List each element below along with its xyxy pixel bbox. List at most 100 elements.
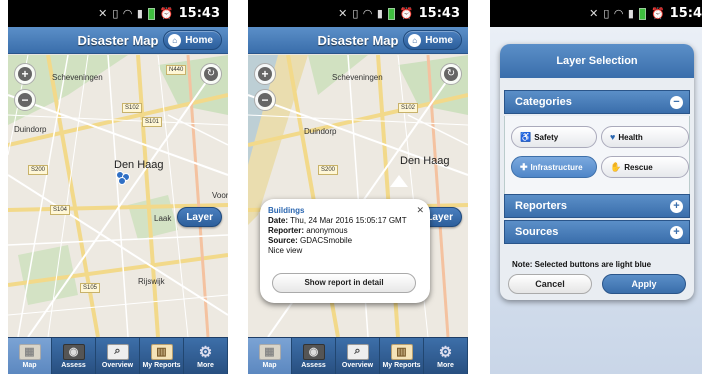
place-label: Voor bbox=[212, 191, 228, 200]
tab-bar: ▦ Map ◉ Assess ⌕ Overview ▥ My Reports ⚙ More bbox=[8, 337, 228, 374]
mute-icon: ✕ bbox=[589, 7, 599, 20]
mute-icon: ✕ bbox=[338, 7, 348, 20]
tab-my-reports[interactable]: ▥ My Reports bbox=[140, 338, 184, 374]
tab-more[interactable]: ⚙ More bbox=[184, 338, 228, 374]
layer-selection-dialog: Layer Selection Categories − ♿ Safety ♥ He… bbox=[500, 44, 694, 300]
report-marker[interactable] bbox=[116, 171, 132, 185]
tab-assess[interactable]: ◉ Assess bbox=[52, 338, 96, 374]
map-view[interactable]: Scheveningen Duindorp Den Haag Laak Rijs… bbox=[8, 55, 228, 337]
mute-icon: ✕ bbox=[98, 7, 108, 20]
map-streets bbox=[8, 55, 228, 337]
magnifier-icon: ⌕ bbox=[106, 343, 129, 360]
popup-source: Source: GDACSmobile bbox=[268, 236, 353, 245]
layer-selection-screen: ✕ ▯ ◠ ▮ ⏰ 15:4 Layer Selection Categorie… bbox=[490, 0, 702, 374]
plus-icon: + bbox=[258, 67, 272, 81]
alarm-icon: ⏰ bbox=[159, 7, 174, 20]
road-tag: S102 bbox=[398, 103, 419, 113]
app-header: Disaster Map ⌂ Home bbox=[248, 27, 468, 54]
battery-icon bbox=[147, 7, 155, 20]
minus-icon: − bbox=[258, 93, 272, 107]
reporters-section-header[interactable]: Reporters + bbox=[504, 194, 690, 218]
map-screen: ✕ ▯ ◠ ▮ ⏰ 15:43 Disaster Map ⌂ Home Sche… bbox=[8, 0, 228, 374]
page-title: Disaster Map bbox=[77, 32, 159, 48]
refresh-button[interactable]: ↻ bbox=[200, 63, 222, 85]
status-bar: ✕ ▯ ◠ ▮ ⏰ 15:4 bbox=[490, 0, 702, 27]
place-label: Duindorp bbox=[14, 125, 47, 134]
place-label: Rijswijk bbox=[138, 277, 165, 286]
camera-icon: ◉ bbox=[302, 343, 325, 360]
zoom-out-button[interactable]: − bbox=[14, 89, 36, 111]
signal-icon: ▮ bbox=[376, 7, 383, 20]
home-button-label: Home bbox=[185, 34, 213, 46]
rescue-icon: ✋ bbox=[610, 161, 622, 172]
place-label: Den Haag bbox=[114, 159, 164, 171]
home-button[interactable]: ⌂ Home bbox=[403, 30, 462, 50]
app-header: Disaster Map ⌂ Home bbox=[8, 27, 228, 54]
road-tag: S101 bbox=[142, 117, 163, 127]
clock: 15:43 bbox=[178, 6, 220, 21]
home-button[interactable]: ⌂ Home bbox=[163, 30, 222, 50]
home-button-label: Home bbox=[425, 34, 453, 46]
show-detail-button[interactable]: Show report in detail bbox=[272, 273, 416, 293]
categories-section-header[interactable]: Categories − bbox=[504, 90, 690, 114]
popup-title: Buildings bbox=[268, 206, 305, 215]
category-safety-button[interactable]: ♿ Safety bbox=[511, 126, 597, 148]
expand-icon: + bbox=[670, 200, 683, 213]
map-icon: ▦ bbox=[258, 343, 281, 360]
wifi-icon: ◠ bbox=[363, 7, 372, 20]
clock: 15:43 bbox=[418, 6, 460, 21]
reports-icon: ▥ bbox=[390, 343, 413, 360]
selection-note: Note: Selected buttons are light blue bbox=[512, 260, 652, 269]
close-icon[interactable]: ✕ bbox=[416, 205, 424, 215]
cancel-button[interactable]: Cancel bbox=[508, 274, 592, 294]
tab-overview[interactable]: ⌕ Overview bbox=[96, 338, 140, 374]
zoom-in-button[interactable]: + bbox=[254, 63, 276, 85]
refresh-icon: ↻ bbox=[444, 67, 458, 81]
expand-icon: + bbox=[670, 226, 683, 239]
status-bar: ✕ ▯ ◠ ▮ ⏰ 15:43 bbox=[248, 0, 468, 27]
sources-section-header[interactable]: Sources + bbox=[504, 220, 690, 244]
safety-icon: ♿ bbox=[520, 131, 532, 142]
zoom-out-button[interactable]: − bbox=[254, 89, 276, 111]
tab-my-reports[interactable]: ▥ My Reports bbox=[380, 338, 424, 374]
tab-more[interactable]: ⚙ More bbox=[424, 338, 468, 374]
vibrate-icon: ▯ bbox=[603, 7, 610, 20]
plus-icon: + bbox=[18, 67, 32, 81]
zoom-in-button[interactable]: + bbox=[14, 63, 36, 85]
category-rescue-button[interactable]: ✋ Rescue bbox=[601, 156, 689, 178]
minus-icon: − bbox=[18, 93, 32, 107]
popup-comment: Nice view bbox=[268, 246, 303, 255]
road-tag: S200 bbox=[28, 165, 49, 175]
refresh-button[interactable]: ↻ bbox=[440, 63, 462, 85]
tab-map[interactable]: ▦ Map bbox=[248, 338, 292, 374]
tab-map[interactable]: ▦ Map bbox=[8, 338, 52, 374]
road-tag: S105 bbox=[80, 283, 101, 293]
battery-icon bbox=[638, 7, 646, 20]
vibrate-icon: ▯ bbox=[352, 7, 359, 20]
place-label: Duindorp bbox=[304, 127, 337, 136]
popup-reporter: Reporter: anonymous bbox=[268, 226, 348, 235]
category-infrastructure-button[interactable]: ✚ Infrastructure bbox=[511, 156, 597, 178]
signal-icon: ▮ bbox=[627, 7, 634, 20]
map-view[interactable]: Scheveningen Duindorp Den Haag S102 S200… bbox=[248, 55, 468, 337]
road-tag: S102 bbox=[122, 103, 143, 113]
report-popup: Buildings Date: Thu, 24 Mar 2016 15:05:1… bbox=[260, 199, 430, 303]
health-icon: ♥ bbox=[610, 132, 616, 142]
camera-icon: ◉ bbox=[62, 343, 85, 360]
alarm-icon: ⏰ bbox=[399, 7, 414, 20]
categories-panel: ♿ Safety ♥ Health ✚ Infrastructure ✋ Rescue bbox=[504, 116, 690, 194]
tab-overview[interactable]: ⌕ Overview bbox=[336, 338, 380, 374]
category-health-button[interactable]: ♥ Health bbox=[601, 126, 689, 148]
road-tag: S200 bbox=[318, 165, 339, 175]
alarm-icon: ⏰ bbox=[650, 7, 665, 20]
layer-button[interactable]: Layer bbox=[177, 207, 222, 227]
gear-icon: ⚙ bbox=[198, 343, 213, 361]
clock: 15:4 bbox=[669, 6, 702, 21]
tab-assess[interactable]: ◉ Assess bbox=[292, 338, 336, 374]
popup-date: Date: Thu, 24 Mar 2016 15:05:17 GMT bbox=[268, 216, 407, 225]
place-label: Den Haag bbox=[400, 155, 450, 167]
collapse-icon: − bbox=[670, 96, 683, 109]
apply-button[interactable]: Apply bbox=[602, 274, 686, 294]
status-bar: ✕ ▯ ◠ ▮ ⏰ 15:43 bbox=[8, 0, 228, 27]
road-tag: S104 bbox=[50, 205, 71, 215]
